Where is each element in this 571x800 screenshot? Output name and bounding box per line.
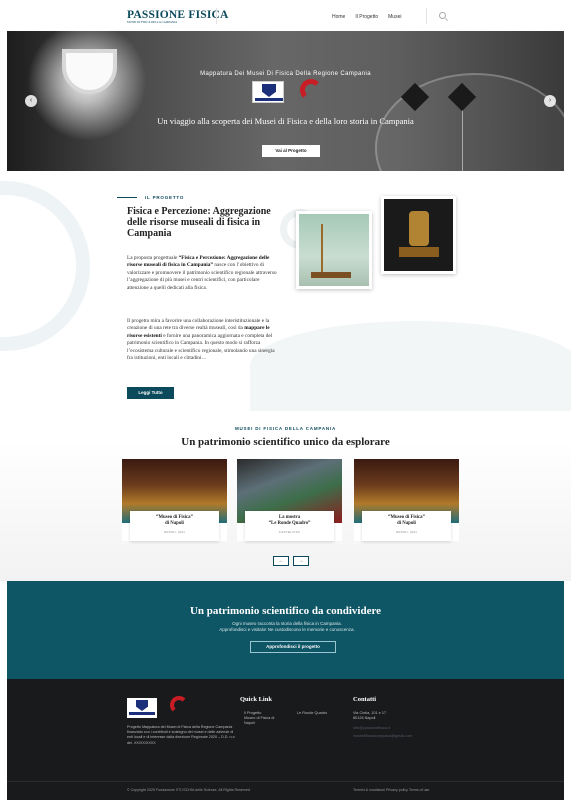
museum-card-caption: “Museo di Fisica” di Napoli NAPOLI (NA) xyxy=(362,511,451,541)
card-title: “Museo di Fisica” xyxy=(156,515,193,520)
museums-title: Un patrimonio scientifico unico da esplo… xyxy=(181,436,390,448)
header-divider xyxy=(216,8,217,24)
cta-section: Un patrimonio scientifico da condividere… xyxy=(7,581,564,679)
search-icon[interactable] xyxy=(439,12,446,19)
slider-prev-icon[interactable]: ‹ xyxy=(25,95,37,107)
carousel-prev-icon[interactable]: ← xyxy=(273,556,289,566)
project-kicker: IL PROGETTO xyxy=(145,195,185,200)
card-location: CASTELVISC xyxy=(278,530,301,534)
read-more-button[interactable]: Leggi Tutto xyxy=(127,387,174,399)
cta-text: Ogni museo racconta la storia della fisi… xyxy=(157,621,417,634)
footer-address: Via Cintia, 101 e 17 80126 Napoli xyxy=(353,711,386,721)
footer-link[interactable]: Museo di Fisica di xyxy=(244,716,274,721)
footer-email: info@passionefisica.it museidifisicacamp… xyxy=(353,726,412,739)
footer-contact-title: Contatti xyxy=(353,696,377,703)
museums-kicker: MUSEI DI FISICA DELLA CAMPANIA xyxy=(234,426,337,431)
hero-kicker: Mappatura Dei Musei Di Fisica Della Regi… xyxy=(200,71,371,77)
partner-logo xyxy=(167,696,199,720)
cta-text-line: Ogni museo racconta la storia della fisi… xyxy=(232,621,342,626)
email-link[interactable]: museidifisicacampania@gmail.com xyxy=(353,734,412,739)
card-location: NAPOLI (NA) xyxy=(395,530,418,534)
footer-quick-title: Quick Link xyxy=(240,696,272,703)
cta-text-line: Approfondisci e visitalo! Ne custodiscon… xyxy=(219,627,355,633)
project-section: IL PROGETTO Fisica e Percezione: Aggrega… xyxy=(0,171,571,411)
card-title: “Museo di Fisica” xyxy=(388,515,425,520)
header-divider xyxy=(426,8,427,24)
footer-links-col2: Le Ronde Quadro xyxy=(297,711,327,716)
text: La proposta progettuale xyxy=(127,255,179,261)
site-footer: Progetto Mappatura dei Musei di Fisica d… xyxy=(7,679,564,800)
carousel-next-icon[interactable]: → xyxy=(293,556,309,566)
hero-title: Un viaggio alla scoperta dei Musei di Fi… xyxy=(157,116,414,126)
nav-home[interactable]: Home xyxy=(332,14,345,20)
regione-campania-logo xyxy=(127,698,157,718)
card-location: NAPOLI (NA) xyxy=(163,530,186,534)
address-line: 80126 Napoli xyxy=(353,715,376,720)
copyright: © Copyright 2025 Fondazione ITS ISCHIA d… xyxy=(127,788,250,792)
email-link[interactable]: info@passionefisica.it xyxy=(353,726,412,731)
decorative-wave xyxy=(0,181,90,351)
regione-campania-logo xyxy=(252,81,284,103)
cta-button[interactable]: Approfondisci il progetto xyxy=(250,641,336,653)
museum-card-caption: La mostra “Le Ronde Quadro” CASTELVISC xyxy=(245,511,334,541)
project-paragraph-2: Il progetto mira a favorire una collabor… xyxy=(127,318,277,362)
card-title-2: di Napoli xyxy=(397,521,416,526)
cta-title: Un patrimonio scientifico da condividere xyxy=(189,605,382,617)
site-header: PASSIONE FISICA MUSEI DI FISICA DELLA CA… xyxy=(0,0,571,31)
nav-musei[interactable]: Musei xyxy=(388,14,401,20)
footer-link[interactable]: Napoli xyxy=(244,721,274,726)
hero-project-button[interactable]: Vai al Progetto xyxy=(262,145,320,157)
main-nav: Home Il Progetto Musei xyxy=(332,14,401,20)
project-paragraph-1: La proposta progettuale “Fisica e Percez… xyxy=(127,255,277,292)
museum-card-caption: “Museo di Fisica” di Napoli NAPOLI (NA) xyxy=(130,511,219,541)
footer-description: Progetto Mappatura dei Musei di Fisica d… xyxy=(127,725,235,745)
museum-card[interactable]: La mostra “Le Ronde Quadro” CASTELVISC xyxy=(237,459,342,541)
page: PASSIONE FISICA MUSEI DI FISICA DELLA CA… xyxy=(0,0,571,800)
legal-links[interactable]: Termini & condizioni Privacy policy Term… xyxy=(353,788,429,792)
card-title-2: “Le Ronde Quadro” xyxy=(268,521,311,526)
site-logo[interactable]: PASSIONE FISICA MUSEI DI FISICA DELLA CA… xyxy=(127,9,229,24)
kicker-line xyxy=(117,197,137,198)
card-title-2: di Napoli xyxy=(165,521,184,526)
radiometer-stem xyxy=(462,101,463,171)
hero-slider: Mappatura Dei Musei Di Fisica Della Regi… xyxy=(7,31,564,171)
instrument-photo xyxy=(381,196,456,274)
footer-links-col1: Il Progetto Museo di Fisica di Napoli xyxy=(244,711,274,725)
museum-card[interactable]: “Museo di Fisica” di Napoli NAPOLI (NA) xyxy=(354,459,459,541)
footer-link[interactable]: Le Ronde Quadro xyxy=(297,711,327,716)
partner-logo xyxy=(296,79,336,105)
slider-next-icon[interactable]: › xyxy=(544,95,556,107)
museum-card[interactable]: “Museo di Fisica” di Napoli NAPOLI (NA) xyxy=(122,459,227,541)
project-title: Fisica e Percezione: Aggregazione delle … xyxy=(127,206,271,239)
footer-divider xyxy=(7,781,564,782)
decorative-wave xyxy=(250,321,571,411)
pendulum-photo xyxy=(296,211,372,289)
museums-section: MUSEI DI FISICA DELLA CAMPANIA Un patrim… xyxy=(0,411,571,581)
card-title: La mostra xyxy=(278,515,301,520)
nav-progetto[interactable]: Il Progetto xyxy=(355,14,378,20)
